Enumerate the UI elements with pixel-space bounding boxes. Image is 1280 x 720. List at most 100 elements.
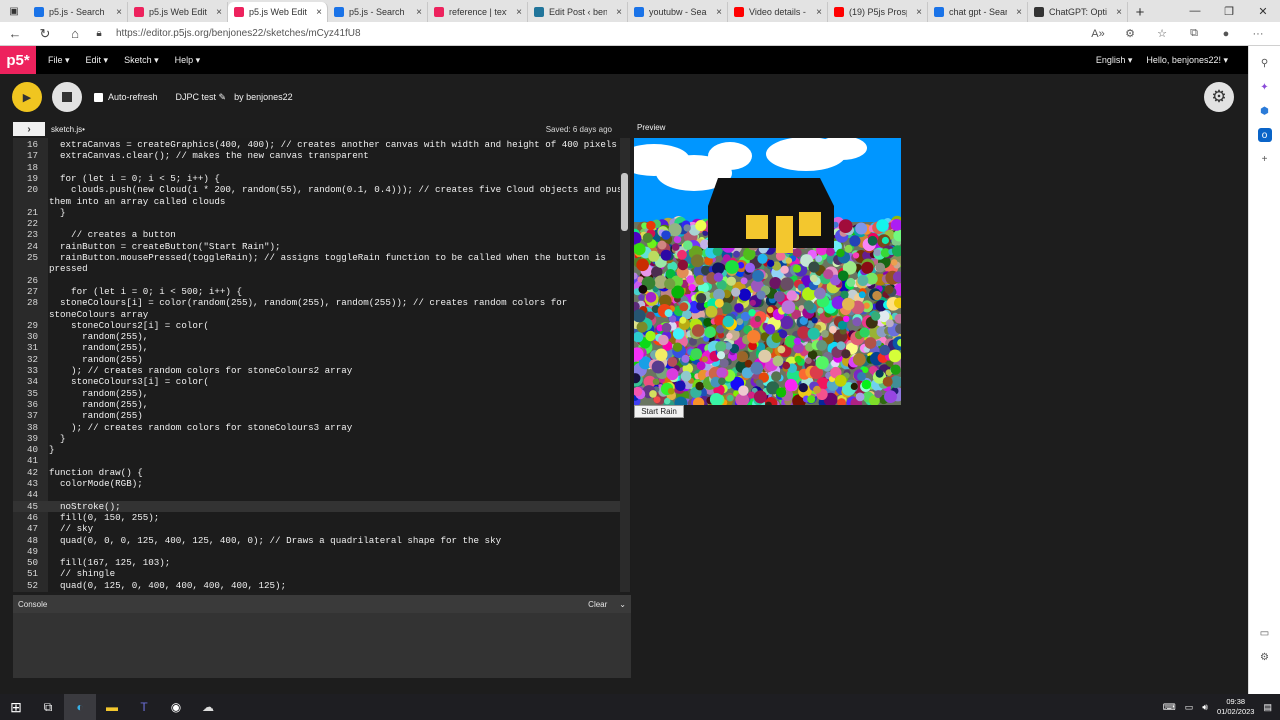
code-line[interactable]: 25 rainButton.mousePressed(toggleRain); … bbox=[13, 252, 620, 263]
code-line[interactable]: 47 // sky bbox=[13, 523, 620, 534]
auto-refresh-toggle[interactable]: Auto-refresh bbox=[94, 92, 158, 102]
browser-tab[interactable]: chat gpt - Search × bbox=[928, 2, 1028, 22]
favorites-icon[interactable]: ☆ bbox=[1148, 27, 1176, 40]
code-line[interactable]: 29 stoneColours2[i] = color( bbox=[13, 320, 620, 331]
add-icon[interactable]: + bbox=[1258, 152, 1272, 166]
user-menu[interactable]: Hello, benjones22! ▾ bbox=[1146, 55, 1228, 66]
app-icon[interactable]: ☁ bbox=[192, 694, 224, 720]
code-line[interactable]: 24 rainButton = createButton("Start Rain… bbox=[13, 241, 620, 252]
outlook-icon[interactable]: o bbox=[1257, 128, 1272, 142]
back-icon[interactable]: ← bbox=[0, 22, 30, 46]
code-line[interactable]: 38 ); // creates random colors for stone… bbox=[13, 422, 620, 433]
code-line[interactable]: 48 quad(0, 0, 0, 125, 400, 125, 400, 0);… bbox=[13, 535, 620, 546]
code-line[interactable]: 28 stoneColours[i] = color(random(255), … bbox=[13, 297, 620, 308]
code-line[interactable]: 26 bbox=[13, 275, 620, 286]
keyboard-icon[interactable]: ⌨ bbox=[1163, 702, 1176, 713]
code-line[interactable]: stoneColours array bbox=[13, 309, 620, 320]
play-button[interactable]: ▶ bbox=[12, 82, 42, 112]
chevron-down-icon[interactable]: ⌄ bbox=[619, 600, 626, 609]
tab-close-icon[interactable]: × bbox=[1016, 7, 1022, 18]
restore-icon[interactable]: ❐ bbox=[1212, 0, 1246, 22]
code-line[interactable]: pressed bbox=[13, 263, 620, 274]
console-clear-button[interactable]: Clear bbox=[588, 600, 607, 609]
task-view-icon[interactable]: ⧉ bbox=[32, 694, 64, 720]
url-field[interactable]: https://editor.p5js.org/benjones22/sketc… bbox=[116, 28, 1084, 39]
code-line[interactable]: 17 extraCanvas.clear(); // makes the new… bbox=[13, 150, 620, 161]
sidebar-settings-icon[interactable]: ⚙ bbox=[1258, 650, 1272, 664]
tab-close-icon[interactable]: × bbox=[916, 7, 922, 18]
code-line[interactable]: 37 random(255) bbox=[13, 410, 620, 421]
tab-close-icon[interactable]: × bbox=[316, 7, 322, 18]
obs-icon[interactable]: ◉ bbox=[160, 694, 192, 720]
code-line[interactable]: 35 random(255), bbox=[13, 388, 620, 399]
code-line[interactable]: 22 bbox=[13, 218, 620, 229]
code-line[interactable]: 40} bbox=[13, 444, 620, 455]
minimize-icon[interactable]: — bbox=[1178, 0, 1212, 22]
collections-icon[interactable]: ⧉ bbox=[1180, 27, 1208, 40]
code-line[interactable]: 18 bbox=[13, 162, 620, 173]
file-tab[interactable]: sketch.js• bbox=[51, 125, 85, 134]
file-explorer-icon[interactable]: ▬ bbox=[96, 694, 128, 720]
code-line[interactable]: 33 ); // creates random colors for stone… bbox=[13, 365, 620, 376]
code-line[interactable]: 16 extraCanvas = createGraphics(400, 400… bbox=[13, 139, 620, 150]
browser-tab[interactable]: reference | text × bbox=[428, 2, 528, 22]
teams-icon[interactable]: T bbox=[128, 694, 160, 720]
browser-tab[interactable]: p5.js - Search × bbox=[328, 2, 428, 22]
notifications-icon[interactable]: ▤ bbox=[1263, 702, 1272, 713]
volume-icon[interactable]: 🔊︎ bbox=[1202, 702, 1208, 713]
code-line[interactable]: 20 clouds.push(new Cloud(i * 200, random… bbox=[13, 184, 628, 195]
code-line[interactable]: 31 random(255), bbox=[13, 342, 620, 353]
code-line[interactable]: 34 stoneColours3[i] = color( bbox=[13, 376, 620, 387]
scroll-thumb[interactable] bbox=[621, 173, 628, 231]
code-line[interactable]: 50 fill(167, 125, 103); bbox=[13, 557, 620, 568]
tab-close-icon[interactable]: × bbox=[716, 7, 722, 18]
code-line[interactable]: 19 for (let i = 0; i < 5; i++) { bbox=[13, 173, 620, 184]
tab-close-icon[interactable]: × bbox=[116, 7, 122, 18]
stop-button[interactable] bbox=[52, 82, 82, 112]
browser-tab[interactable]: (19) P5js Prospe × bbox=[828, 2, 928, 22]
lock-icon[interactable]: 🔒︎ bbox=[90, 22, 108, 46]
home-icon[interactable]: ⌂ bbox=[60, 22, 90, 46]
code-line[interactable]: 49 bbox=[13, 546, 620, 557]
code-line[interactable]: 32 random(255) bbox=[13, 354, 620, 365]
tools-icon[interactable]: ⬢ bbox=[1258, 104, 1272, 118]
browser-tab[interactable]: Edit Post ‹ benj × bbox=[528, 2, 628, 22]
discover-icon[interactable]: ✦ bbox=[1258, 80, 1272, 94]
code-line[interactable]: 39 } bbox=[13, 433, 620, 444]
tab-close-icon[interactable]: × bbox=[216, 7, 222, 18]
profile-icon[interactable]: ● bbox=[1212, 28, 1240, 40]
code-line[interactable]: 51 // shingle bbox=[13, 568, 620, 579]
read-aloud-icon[interactable]: A» bbox=[1084, 28, 1112, 40]
search-icon[interactable]: ⚲ bbox=[1258, 56, 1272, 70]
menu-edit[interactable]: Edit ▾ bbox=[82, 55, 113, 66]
sketch-name[interactable]: DJPC test ✎ bbox=[176, 92, 227, 103]
code-line[interactable]: them into an array called clouds bbox=[13, 196, 620, 207]
close-window-icon[interactable]: ✕ bbox=[1246, 0, 1280, 22]
menu-sketch[interactable]: Sketch ▾ bbox=[120, 55, 163, 66]
settings-gear-icon[interactable]: ⚙ bbox=[1204, 82, 1234, 112]
new-tab-button[interactable]: + bbox=[1128, 2, 1152, 22]
code-line[interactable]: 30 random(255), bbox=[13, 331, 620, 342]
refresh-icon[interactable]: ↻ bbox=[30, 22, 60, 46]
browser-tab[interactable]: Video details - × bbox=[728, 2, 828, 22]
windows-start-icon[interactable]: ⊞ bbox=[0, 694, 32, 720]
browser-tab[interactable]: p5.js Web Editor × bbox=[228, 2, 328, 22]
browser-tab[interactable]: ChatGPT: Optim × bbox=[1028, 2, 1128, 22]
code-line[interactable]: 21 } bbox=[13, 207, 620, 218]
code-line[interactable]: 41 bbox=[13, 455, 620, 466]
start-rain-button[interactable]: Start Rain bbox=[634, 405, 684, 418]
code-editor[interactable]: 16 extraCanvas = createGraphics(400, 400… bbox=[13, 138, 631, 592]
menu-file[interactable]: File ▾ bbox=[44, 55, 74, 66]
code-line[interactable]: 27 for (let i = 0; i < 500; i++) { bbox=[13, 286, 620, 297]
code-line[interactable]: 52 quad(0, 125, 0, 400, 400, 400, 400, 1… bbox=[13, 580, 620, 591]
code-line[interactable]: 44 bbox=[13, 489, 620, 500]
clock[interactable]: 09:38 01/02/2023 bbox=[1217, 697, 1255, 717]
browser-tab[interactable]: p5.js - Search × bbox=[28, 2, 128, 22]
preview-canvas[interactable] bbox=[634, 138, 901, 405]
code-line[interactable]: 45 noStroke(); bbox=[13, 500, 620, 512]
window-menu-icon[interactable]: ▣ bbox=[0, 0, 28, 22]
network-icon[interactable]: ▭ bbox=[1185, 702, 1194, 713]
more-icon[interactable]: ··· bbox=[1244, 28, 1272, 40]
extensions-icon[interactable]: ⚙ bbox=[1116, 27, 1144, 40]
auto-refresh-checkbox[interactable] bbox=[94, 92, 103, 102]
